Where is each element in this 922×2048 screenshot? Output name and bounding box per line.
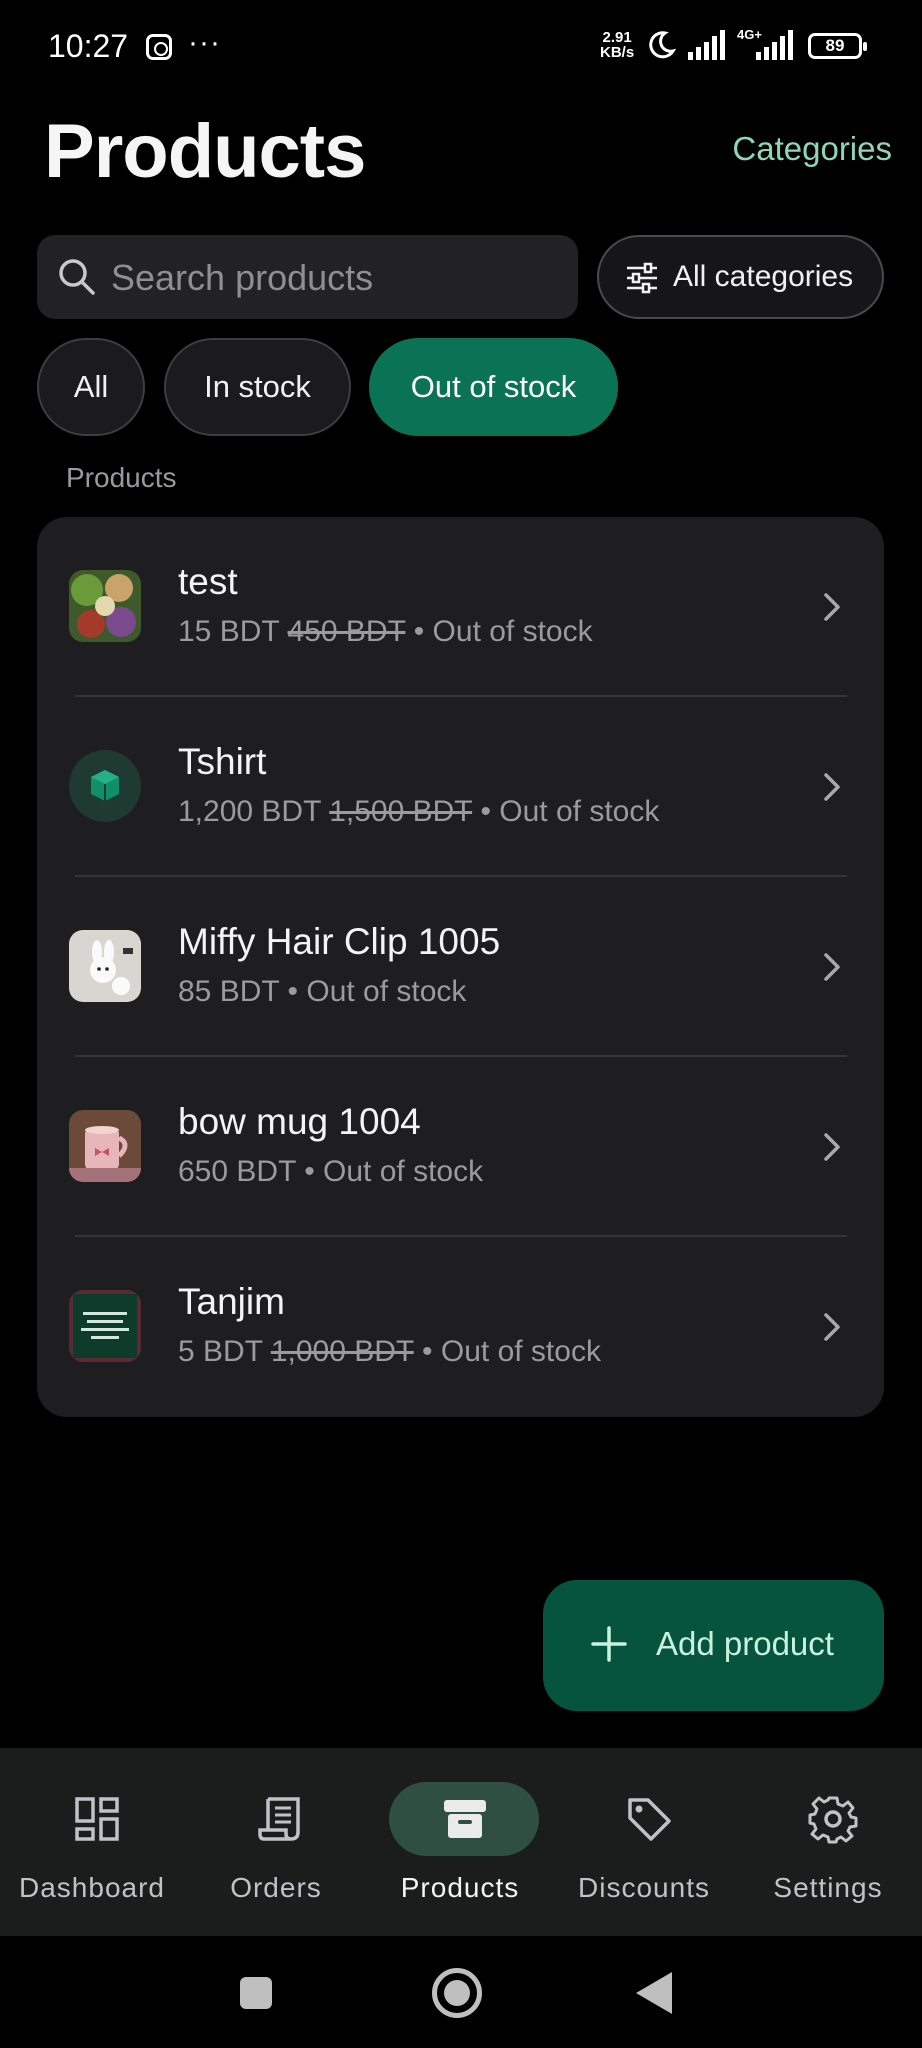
section-label: Products <box>66 462 177 493</box>
status-bar: 10:27 ··· 2.91 KB/s 4G+ 89 <box>0 0 922 92</box>
product-price: 15 BDT <box>178 615 280 648</box>
green-card-photo-icon <box>69 1290 141 1362</box>
archive-icon <box>444 1800 486 1838</box>
product-meta: 15 BDT 450 BDT • Out of stock <box>178 615 593 649</box>
add-product-button[interactable]: Add product <box>543 1580 884 1711</box>
page-title: Products <box>44 109 366 194</box>
nav-label: Settings <box>773 1872 883 1903</box>
product-price: 650 BDT <box>178 1155 296 1188</box>
chip-all[interactable]: All <box>37 338 145 436</box>
product-old-price: 1,000 BDT <box>270 1335 414 1368</box>
back-button[interactable] <box>636 1972 672 2014</box>
product-row-miffy[interactable]: Miffy Hair Clip 1005 85 BDT • Out of sto… <box>37 877 884 1057</box>
chevron-right-icon <box>824 1313 840 1341</box>
home-button[interactable] <box>432 1968 482 2018</box>
tune-icon <box>627 262 657 294</box>
filter-label: All categories <box>673 260 854 293</box>
battery-level: 89 <box>825 36 845 55</box>
add-product-label: Add product <box>656 1625 834 1662</box>
product-meta: 85 BDT • Out of stock <box>178 975 466 1009</box>
system-navigation-bar <box>0 1936 922 2048</box>
nav-label: Orders <box>230 1872 322 1903</box>
product-meta: 650 BDT • Out of stock <box>178 1155 483 1189</box>
chevron-right-icon <box>824 773 840 801</box>
product-name: Miffy Hair Clip 1005 <box>178 921 501 962</box>
product-price: 5 BDT <box>178 1335 263 1368</box>
product-list: test 15 BDT 450 BDT • Out of stock Tshir… <box>37 517 884 1417</box>
product-row-test[interactable]: test 15 BDT 450 BDT • Out of stock <box>37 517 884 697</box>
nav-label: Dashboard <box>19 1872 165 1903</box>
product-meta: 1,200 BDT 1,500 BDT • Out of stock <box>178 795 659 829</box>
product-stock-status: • Out of stock <box>304 1155 484 1188</box>
nav-settings[interactable]: Settings <box>736 1748 920 1936</box>
product-stock-status: • Out of stock <box>422 1335 601 1368</box>
chip-out-of-stock[interactable]: Out of stock <box>369 338 618 436</box>
product-thumbnail <box>69 930 141 1002</box>
gear-icon <box>808 1796 858 1844</box>
box-placeholder-icon <box>91 770 119 801</box>
nav-orders[interactable]: Orders <box>184 1748 368 1936</box>
product-name: test <box>178 561 238 602</box>
battery-icon: 89 <box>808 33 867 59</box>
nav-discounts[interactable]: Discounts <box>552 1748 736 1936</box>
receipt-icon <box>258 1797 300 1841</box>
product-meta: 5 BDT 1,000 BDT • Out of stock <box>178 1335 601 1369</box>
instagram-notification-icon <box>146 34 172 60</box>
nav-label: Products <box>400 1872 520 1903</box>
product-thumbnail <box>69 750 141 822</box>
product-price: 85 BDT <box>178 975 280 1008</box>
signal-strength-2-icon <box>756 30 793 60</box>
plus-icon <box>591 1626 627 1662</box>
bottom-navigation: Dashboard Orders Products Discounts Sett… <box>0 1748 922 1936</box>
search-placeholder: Search products <box>111 257 374 298</box>
more-notifications-icon: ··· <box>188 26 221 59</box>
network-speed: 2.91 KB/s <box>600 30 634 60</box>
product-stock-status: • Out of stock <box>480 795 660 828</box>
product-row-tshirt[interactable]: Tshirt 1,200 BDT 1,500 BDT • Out of stoc… <box>37 697 884 877</box>
product-old-price: 450 BDT <box>287 615 406 648</box>
categories-link[interactable]: Categories <box>732 130 892 168</box>
recents-button[interactable] <box>240 1977 272 2009</box>
category-filter-button[interactable]: All categories <box>597 235 884 319</box>
product-thumbnail <box>69 1110 141 1182</box>
salad-photo-icon <box>69 570 141 642</box>
product-price: 1,200 BDT <box>178 795 321 828</box>
network-speed-value: 2.91 <box>602 29 632 46</box>
dashboard-icon <box>75 1797 119 1841</box>
product-stock-status: • Out of stock <box>413 615 593 648</box>
chip-in-stock[interactable]: In stock <box>164 338 351 436</box>
product-name: Tanjim <box>178 1281 285 1322</box>
search-icon <box>59 259 95 295</box>
do-not-disturb-moon-icon <box>649 31 676 59</box>
search-input[interactable]: Search products <box>37 235 578 319</box>
miffy-photo-icon <box>69 930 141 1002</box>
product-old-price: 1,500 BDT <box>329 795 473 828</box>
product-stock-status: • Out of stock <box>287 975 467 1008</box>
product-thumbnail <box>69 1290 141 1362</box>
nav-label: Discounts <box>578 1872 710 1903</box>
status-time: 10:27 <box>48 28 129 64</box>
network-speed-unit: KB/s <box>600 44 635 61</box>
product-thumbnail <box>69 570 141 642</box>
product-row-tanjim[interactable]: Tanjim 5 BDT 1,000 BDT • Out of stock <box>37 1237 884 1417</box>
tag-icon <box>628 1798 671 1841</box>
product-row-bow-mug[interactable]: bow mug 1004 650 BDT • Out of stock <box>37 1057 884 1237</box>
nav-dashboard[interactable]: Dashboard <box>0 1748 184 1936</box>
product-name: Tshirt <box>178 741 267 782</box>
chevron-right-icon <box>824 593 840 621</box>
nav-products[interactable]: Products <box>368 1748 552 1936</box>
signal-strength-icon <box>688 30 725 60</box>
mug-photo-icon <box>69 1110 141 1182</box>
chevron-right-icon <box>824 1133 840 1161</box>
product-name: bow mug 1004 <box>178 1101 421 1142</box>
chevron-right-icon <box>824 953 840 981</box>
